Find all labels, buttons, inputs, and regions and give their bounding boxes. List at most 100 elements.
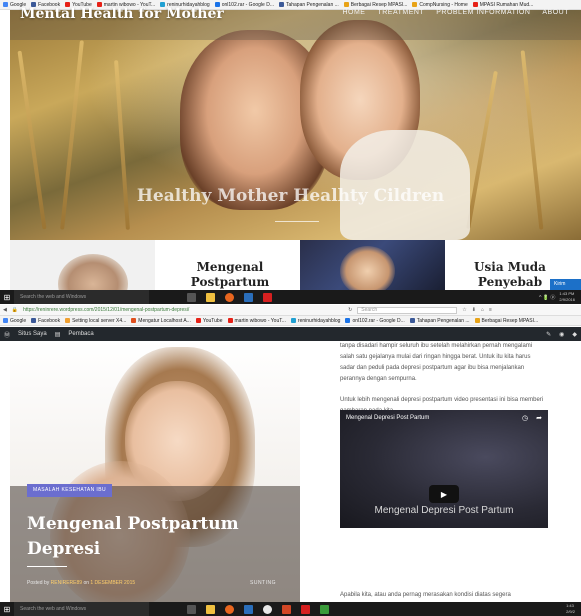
video-title[interactable]: Mengenal Depresi Post Partum xyxy=(346,415,429,421)
task-view-icon[interactable] xyxy=(187,604,196,614)
clock-icon[interactable]: ◷ xyxy=(522,414,528,422)
taskbar-search[interactable]: Search the web and Windows xyxy=(14,290,149,304)
article-featured-image xyxy=(10,341,300,602)
article-meta: Posted by RENIRERE89 on 1 DESEMBER 2015 xyxy=(27,580,135,586)
chrome-icon[interactable] xyxy=(263,604,272,614)
date-link[interactable]: 1 DESEMBER 2015 xyxy=(90,580,135,586)
hero-divider xyxy=(275,221,319,222)
bookmark-favicon-icon xyxy=(195,318,201,323)
taskbar-apps xyxy=(187,292,272,302)
taskbar-search[interactable]: Search the web and Windows xyxy=(14,602,149,616)
file-explorer-icon[interactable] xyxy=(206,292,215,302)
write-icon[interactable]: ✎ xyxy=(546,331,551,338)
reload-icon[interactable]: ↻ xyxy=(348,307,352,313)
url-field[interactable]: https://reninrere.wordpress.com/2015/12/… xyxy=(23,307,343,313)
acrobat-icon[interactable] xyxy=(301,604,310,614)
system-tray: ^ 🔋 ⓟ 1:43 PM 2/9/2016 xyxy=(539,291,575,303)
bookmark-item[interactable]: onl102.rar - Google D... xyxy=(345,318,405,324)
bookmark-item[interactable]: CompNursing - Home xyxy=(412,2,468,8)
wordpress-logo-icon[interactable]: Ⓦ xyxy=(4,330,10,339)
wp-bar-right: ✎ ◉ ◆ xyxy=(546,331,577,338)
browser-search-input[interactable]: Search xyxy=(357,306,458,314)
notifications-bell-icon[interactable]: ◆ xyxy=(572,331,577,338)
bookmark-item[interactable]: Google xyxy=(3,318,26,324)
firefox-icon[interactable] xyxy=(225,604,234,614)
nav-home[interactable]: HOME xyxy=(342,9,365,16)
site-nav: HOME TREATMENT PROBLEM INFORMATION ABOUT xyxy=(342,9,569,16)
system-tray: 1:43 2/9/2 xyxy=(566,603,575,615)
bookmark-favicon-icon xyxy=(290,318,296,323)
file-explorer-icon[interactable] xyxy=(206,604,215,614)
bookmark-favicon-icon xyxy=(3,2,8,7)
kirim-notification[interactable]: Kirim xyxy=(550,279,581,290)
clock[interactable]: 1:43 PM 2/9/2016 xyxy=(559,291,575,303)
firefox-icon[interactable] xyxy=(225,292,234,302)
article-title: Mengenal Postpartum Depresi xyxy=(27,514,239,559)
post-thumbnail[interactable] xyxy=(10,240,155,290)
bookmark-item[interactable]: Mengatur Localhost A... xyxy=(131,318,191,324)
bookmark-item[interactable]: reninurhidayahblog xyxy=(290,318,340,324)
powerpoint-icon[interactable] xyxy=(282,604,291,614)
task-view-icon[interactable] xyxy=(187,292,196,302)
bookmark-star-icon[interactable]: ☆ xyxy=(462,307,466,313)
wordpress-admin-bar: Ⓦ Situs Saya ▤ Pembaca ✎ ◉ ◆ xyxy=(0,327,581,341)
taskbar-apps xyxy=(187,604,329,614)
post-title[interactable]: Usia Muda Penyebab xyxy=(455,260,565,290)
clock-date: 2/9/2 xyxy=(566,609,575,614)
nav-about[interactable]: ABOUT xyxy=(542,9,569,16)
bookmark-favicon-icon xyxy=(345,318,351,323)
bookmark-label: Google xyxy=(10,317,27,324)
category-badge[interactable]: MASALAH KESEHATAN IBU xyxy=(27,484,112,497)
edit-link[interactable]: SUNTING xyxy=(250,580,276,586)
hero-child-shirt xyxy=(340,130,470,240)
notification-label: Kirim xyxy=(554,281,566,287)
word-icon[interactable] xyxy=(244,604,253,614)
nav-problem-information[interactable]: PROBLEM INFORMATION xyxy=(436,9,530,16)
home-icon[interactable]: ⌂ xyxy=(481,307,484,313)
clock[interactable]: 1:43 2/9/2 xyxy=(566,603,575,615)
bookmark-favicon-icon xyxy=(131,318,137,323)
bookmark-favicon-icon xyxy=(31,318,37,323)
post-title[interactable]: Mengenal Postpartum xyxy=(180,260,280,290)
menu-icon[interactable]: ≡ xyxy=(489,307,492,313)
featured-posts-row: Mengenal Postpartum Usia Muda Penyebab xyxy=(10,240,581,290)
windows-start-icon[interactable]: ⊞ xyxy=(0,602,14,616)
bookmark-item[interactable]: MPASI Rumahan Mud... xyxy=(472,1,534,8)
bookmark-item[interactable]: Facebook xyxy=(31,318,60,324)
windows-taskbar: ⊞ Search the web and Windows ^ 🔋 ⓟ 1:43 … xyxy=(0,290,581,304)
bookmark-item[interactable]: Tahapan Pengenalan ... xyxy=(409,318,470,324)
author-link[interactable]: RENIRERE89 xyxy=(51,580,82,586)
app-icon[interactable] xyxy=(320,604,329,614)
bookmark-item[interactable]: Berbagai Resep MPASI... xyxy=(474,318,538,324)
on-label: on xyxy=(83,580,89,586)
post-thumbnail[interactable] xyxy=(300,240,445,290)
bookmark-label: Berbagai Resep MPASI... xyxy=(350,1,408,8)
windows-start-icon[interactable]: ⊞ xyxy=(0,290,14,304)
tray-icons[interactable]: ^ 🔋 ⓟ xyxy=(539,294,555,301)
bookmark-label: MPASI Rumahan Mud... xyxy=(479,1,534,8)
download-icon[interactable]: ⬇ xyxy=(472,307,476,313)
share-icon[interactable]: ➦ xyxy=(536,414,542,422)
my-site-link[interactable]: Situs Saya xyxy=(18,331,47,337)
word-icon[interactable] xyxy=(244,292,253,302)
bookmark-favicon-icon xyxy=(3,318,8,323)
reader-icon[interactable]: ▤ xyxy=(55,331,61,338)
acrobat-icon[interactable] xyxy=(263,292,272,302)
bookmark-label: YouTube xyxy=(202,317,223,324)
embedded-video[interactable]: Mengenal Depresi Post Partum ◷ ➦ ▶ Menge… xyxy=(340,410,548,528)
bookmark-favicon-icon xyxy=(409,318,415,323)
avatar[interactable]: ◉ xyxy=(559,331,564,338)
bookmark-item[interactable]: martin wibowo - YouT... xyxy=(227,318,286,324)
nav-treatment[interactable]: TREATMENT xyxy=(377,9,424,16)
play-button[interactable]: ▶ xyxy=(429,485,459,503)
site-title[interactable]: Mental Health for Mother xyxy=(20,6,224,22)
back-icon[interactable]: ◀ xyxy=(3,307,7,313)
lock-icon: 🔒 xyxy=(11,307,19,313)
bookmark-item[interactable]: Berbagai Resep MPASI... xyxy=(343,1,408,8)
bookmark-item[interactable]: YouTube xyxy=(195,317,223,324)
bookmark-item[interactable]: Tahapan Pengenalan ... xyxy=(278,2,339,8)
bookmark-item[interactable]: Setting local server X4... xyxy=(65,318,126,324)
clock-date: 2/9/2016 xyxy=(559,297,575,302)
bookmark-favicon-icon xyxy=(278,2,284,7)
reader-link[interactable]: Pembaca xyxy=(68,331,93,337)
